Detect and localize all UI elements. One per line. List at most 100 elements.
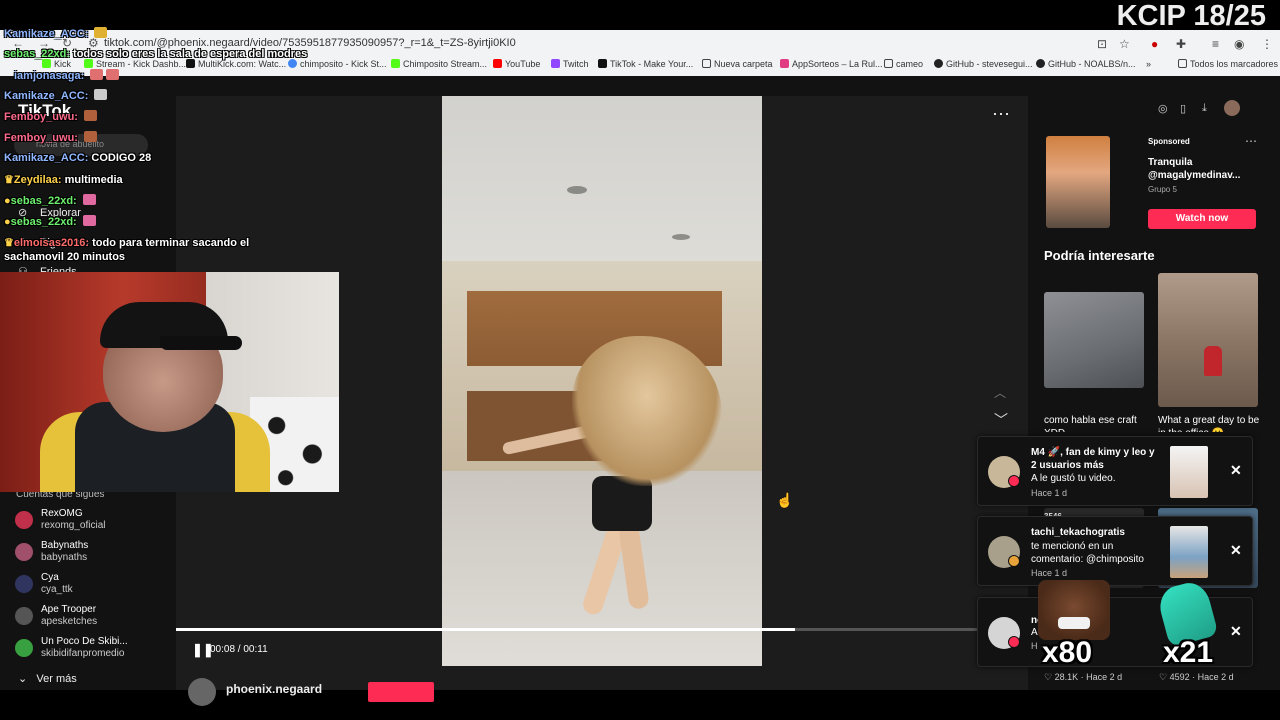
kick-icon: [391, 59, 400, 68]
phone-icon[interactable]: ▯: [1180, 102, 1186, 115]
bookmark[interactable]: Stream - Kick Dashb...: [84, 59, 186, 69]
account-item[interactable]: RexOMG rexomg_oficial: [15, 508, 165, 536]
recommend-title: Podría interesarte: [1044, 248, 1155, 263]
account-name: RexOMG: [41, 508, 83, 519]
video-frame[interactable]: [442, 96, 762, 666]
author-name[interactable]: phoenix.negaard: [226, 682, 322, 696]
notification-thumbnail[interactable]: [1170, 446, 1208, 498]
coin-icon[interactable]: ◎: [1158, 102, 1168, 115]
account-item[interactable]: Cya cya_ttk: [15, 572, 165, 600]
chat-message: Femboy_uwu:: [4, 131, 97, 144]
account-item[interactable]: Ape Trooper apesketches: [15, 604, 165, 632]
notification-card[interactable]: M4 🚀, fan de kimy y leo y 2 usuarios más…: [977, 436, 1253, 506]
bookmark-label: MultiKick.com: Watc...: [198, 59, 287, 69]
recommended-caption[interactable]: What a great day to be in the office 🙂: [1158, 414, 1262, 432]
folder-icon: [1178, 59, 1187, 68]
watch-now-button[interactable]: Watch now: [1148, 209, 1256, 229]
crown-icon: ♛: [4, 174, 14, 186]
ad-thumbnail[interactable]: [1046, 136, 1110, 228]
emote-icon: [94, 27, 108, 38]
appsorteos-icon: [780, 59, 789, 68]
chat-text: sachamovil 20 minutos: [4, 251, 126, 263]
notification-thumbnail[interactable]: [1170, 526, 1208, 578]
bookmark[interactable]: TikTok - Make Your...: [598, 59, 693, 69]
chat-user: Zeydilaa:: [13, 174, 62, 186]
puzzle-icon[interactable]: ✚: [1176, 37, 1186, 51]
install-icon[interactable]: ⊡: [1097, 37, 1107, 51]
bookmark-label: YouTube: [505, 59, 541, 69]
avatar[interactable]: [188, 678, 216, 706]
twitch-icon: [551, 59, 560, 68]
chevron-down-icon: ⌄: [18, 673, 37, 685]
bookmark[interactable]: Nueva carpeta: [702, 59, 773, 69]
bookmark-label: cameo: [896, 59, 924, 69]
media-icon[interactable]: ≡: [1212, 37, 1219, 51]
heart-icon: ♡: [1044, 672, 1055, 682]
close-icon[interactable]: ✕: [1230, 542, 1242, 559]
chevron-up-icon[interactable]: ︿: [994, 384, 1006, 401]
bookmark[interactable]: Kick: [42, 59, 71, 69]
chat-message: Kamikaze_ACC: CODIGO 28: [4, 152, 151, 164]
account-item[interactable]: Babynaths babynaths: [15, 540, 165, 568]
video-ceiling-light: [567, 186, 587, 194]
more-dots-icon[interactable]: ⋯: [992, 104, 1010, 125]
profile-avatar[interactable]: [1224, 100, 1240, 116]
bookmark[interactable]: YouTube: [493, 59, 540, 69]
more-bookmarks-icon[interactable]: »: [1146, 59, 1151, 69]
chevron-down-icon[interactable]: ﹀: [994, 410, 1008, 430]
like-time: Hace 2 d: [1197, 672, 1234, 682]
badge-icon: [1008, 555, 1020, 567]
extension-icon[interactable]: ●: [1151, 37, 1158, 51]
notification-text: te mencionó en un: [1031, 541, 1114, 552]
account-handle: rexomg_oficial: [41, 520, 106, 531]
notification-card[interactable]: tachi_tekachogratis te mencionó en un co…: [977, 516, 1253, 586]
webcam-cap-brim: [160, 336, 242, 350]
bookmark[interactable]: Chimposito Stream...: [391, 59, 487, 69]
video-progress-fill: [176, 628, 796, 631]
bookmark-label: Stream - Kick Dashb...: [96, 59, 187, 69]
bookmark[interactable]: GitHub - stevesegui...: [934, 59, 1033, 69]
video-progress-bar[interactable]: [176, 628, 1028, 631]
account-item[interactable]: Un Poco De Skibi... skibidifanpromedio: [15, 636, 165, 664]
close-icon[interactable]: ✕: [1230, 462, 1242, 479]
ad-more-icon[interactable]: ⋯: [1245, 134, 1257, 148]
kcip-counter: KCIP 18/25: [1116, 0, 1266, 32]
account-handle: cya_ttk: [41, 584, 73, 595]
video-time: 00:08 / 00:11: [210, 644, 268, 655]
profile-icon[interactable]: ◉: [1234, 37, 1244, 51]
webcam-overlay: [0, 272, 339, 492]
bookmark[interactable]: Twitch: [551, 59, 589, 69]
menu-icon[interactable]: ⋮: [1261, 37, 1273, 51]
bookmark[interactable]: chimposito - Kick St...: [288, 59, 387, 69]
download-icon[interactable]: ⤓: [1202, 102, 1207, 115]
close-icon[interactable]: ✕: [1230, 623, 1242, 640]
emote-mouth: [1058, 617, 1090, 629]
chat-message: ●sebas_22xd:: [4, 215, 96, 228]
recommended-video-thumbnail[interactable]: [1044, 292, 1144, 388]
bookmark[interactable]: AppSorteos – La Rul...: [780, 59, 883, 69]
follow-button[interactable]: [368, 682, 434, 702]
star-icon[interactable]: ☆: [1119, 37, 1130, 51]
heart-badge-icon: [1008, 475, 1020, 487]
recommended-caption[interactable]: como habla ese craft XDD: [1044, 414, 1148, 432]
bookmark[interactable]: MultiKick.com: Watc...: [186, 59, 286, 69]
bookmark-label: Todos los marcadores: [1190, 59, 1279, 69]
emote-icon: [83, 131, 97, 142]
bookmark[interactable]: Todos los marcadores: [1178, 59, 1278, 69]
chat-user: Femboy_uwu:: [4, 132, 78, 144]
emote-count: x21: [1163, 636, 1214, 669]
emote-icon: [106, 69, 120, 80]
bookmark[interactable]: cameo: [884, 59, 923, 69]
ver-mas-button[interactable]: ⌄ Ver más: [18, 672, 77, 685]
folder-icon: [884, 59, 893, 68]
notification-time: H: [1031, 641, 1038, 651]
chat-message: Kamikaze_ACC:: [4, 89, 108, 102]
tiktok-icon: [598, 59, 607, 68]
ad-title[interactable]: Tranquila @magalymedinav...: [1148, 156, 1256, 182]
avatar: [15, 575, 33, 593]
recommended-video-thumbnail[interactable]: [1158, 273, 1258, 407]
account-handle: skibidifanpromedio: [41, 648, 125, 659]
github-icon: [1036, 59, 1045, 68]
bookmark[interactable]: GitHub - NOALBS/n...: [1036, 59, 1136, 69]
video-ceiling: [442, 96, 762, 261]
